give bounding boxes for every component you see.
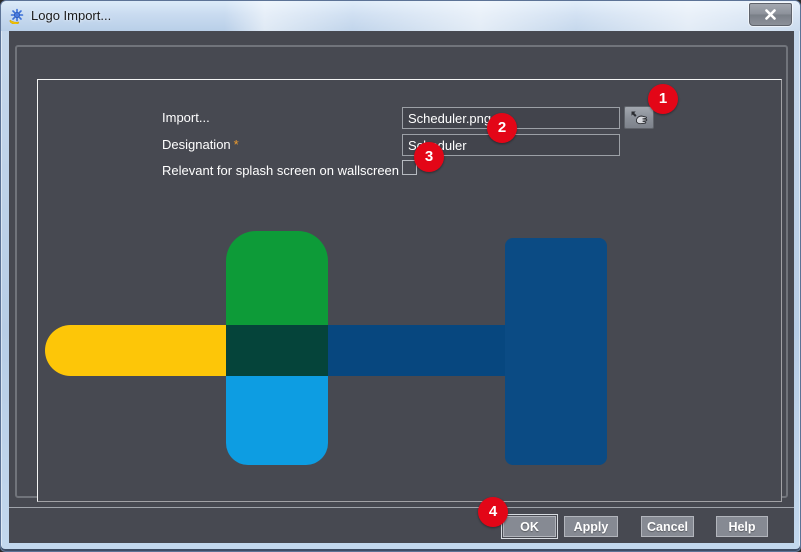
logo-blue-bar xyxy=(328,325,505,376)
browse-hand-icon xyxy=(630,110,648,125)
logo-lightblue-segment xyxy=(226,376,328,465)
app-icon xyxy=(9,8,25,24)
annotation-badge-4: 4 xyxy=(478,497,508,527)
annotation-badge-2: 2 xyxy=(487,113,517,143)
close-button[interactable] xyxy=(749,3,792,26)
button-row-separator xyxy=(9,507,794,508)
title-bar[interactable]: Logo Import... xyxy=(1,1,800,31)
required-asterisk: * xyxy=(234,137,239,152)
cancel-button[interactable]: Cancel xyxy=(641,516,694,537)
dialog-client-area: Import... Designation* Relevant for spla… xyxy=(9,31,794,543)
annotation-badge-3: 3 xyxy=(414,142,444,172)
browse-button[interactable] xyxy=(624,106,654,129)
annotation-badge-1: 1 xyxy=(648,84,678,114)
import-label: Import... xyxy=(162,107,210,129)
logo-blue-rectangle xyxy=(505,238,607,465)
content-panel: Import... Designation* Relevant for spla… xyxy=(37,79,782,502)
window-title: Logo Import... xyxy=(31,1,111,31)
designation-label: Designation* xyxy=(162,134,239,156)
logo-green-segment xyxy=(226,231,328,325)
logo-teal-intersection xyxy=(226,325,328,376)
close-icon xyxy=(764,9,777,20)
apply-button[interactable]: Apply xyxy=(564,516,618,537)
logo-import-dialog: Logo Import... Import... xyxy=(0,0,801,552)
logo-yellow-bar xyxy=(45,325,226,376)
help-button[interactable]: Help xyxy=(716,516,768,537)
ok-button[interactable]: OK xyxy=(503,516,556,537)
splash-screen-label: Relevant for splash screen on wallscreen xyxy=(162,160,399,182)
outer-group-border: Import... Designation* Relevant for spla… xyxy=(15,45,788,498)
